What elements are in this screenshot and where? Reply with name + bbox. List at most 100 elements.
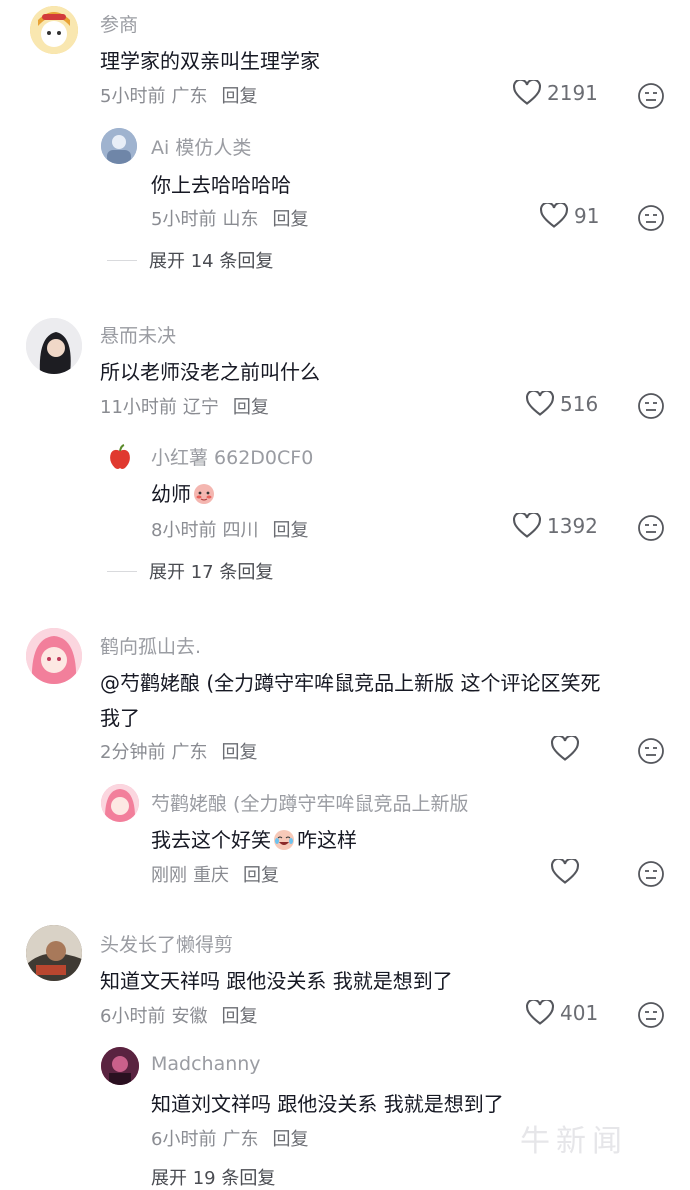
reply-meta: 刚刚 重庆 回复 bbox=[151, 861, 279, 887]
avatar[interactable] bbox=[30, 6, 78, 54]
meh-face-icon bbox=[638, 1002, 664, 1028]
like-button[interactable]: 516 bbox=[526, 391, 598, 417]
dislike-button[interactable] bbox=[637, 1001, 665, 1033]
reply-button[interactable]: 回复 bbox=[272, 205, 308, 231]
reply-button[interactable]: 回复 bbox=[221, 82, 257, 108]
reply-text: 我去这个好笑 咋这样 bbox=[151, 824, 357, 853]
cartoon-avatar-icon bbox=[30, 6, 78, 54]
like-button[interactable] bbox=[551, 736, 585, 762]
photo-avatar-icon bbox=[26, 925, 82, 981]
comment-location: 广东 bbox=[171, 86, 208, 107]
photo-avatar-icon bbox=[101, 128, 137, 164]
expand-replies-label: 展开 14 条回复 bbox=[149, 251, 274, 272]
reply-button[interactable]: 回复 bbox=[221, 738, 257, 764]
reply-location: 四川 bbox=[222, 520, 259, 541]
like-button[interactable] bbox=[551, 859, 585, 885]
heart-icon bbox=[551, 736, 579, 761]
comment-location: 安徽 bbox=[171, 1006, 208, 1027]
like-button[interactable]: 91 bbox=[540, 203, 599, 229]
reply-text-after: 咋这样 bbox=[297, 828, 357, 852]
person-avatar-icon bbox=[26, 318, 82, 374]
avatar[interactable] bbox=[106, 443, 134, 471]
meh-face-icon bbox=[638, 738, 664, 764]
expand-replies-button[interactable]: 展开 14 条回复 bbox=[107, 247, 274, 273]
heart-icon bbox=[540, 203, 568, 228]
replier-name[interactable]: 小红薯 662D0CF0 bbox=[151, 443, 313, 470]
avatar[interactable] bbox=[101, 128, 137, 164]
divider bbox=[107, 259, 137, 261]
comment-time: 2分钟前 bbox=[100, 742, 166, 763]
replier-name[interactable]: 芍鹳姥酿 (全力蹲守牢哞鼠竞品上新版 bbox=[151, 789, 468, 816]
avatar[interactable] bbox=[101, 1047, 139, 1085]
reply-text-content: 幼师 bbox=[151, 482, 191, 506]
meh-face-icon bbox=[638, 861, 664, 887]
reply-time: 6小时前 bbox=[151, 1129, 217, 1150]
reply-text: 幼师 bbox=[151, 478, 217, 507]
dislike-button[interactable] bbox=[637, 514, 665, 546]
like-count: 1392 bbox=[547, 514, 598, 538]
reply-location: 山东 bbox=[222, 209, 259, 230]
reply-meta: 8小时前 四川 回复 bbox=[151, 516, 308, 542]
replier-name[interactable]: Madchanny bbox=[151, 1053, 261, 1075]
like-count: 2191 bbox=[547, 81, 598, 105]
commenter-name[interactable]: 参商 bbox=[100, 10, 138, 37]
reply-time: 8小时前 bbox=[151, 520, 217, 541]
divider bbox=[107, 570, 137, 572]
anime-girl-avatar-icon bbox=[26, 628, 82, 684]
dislike-button[interactable] bbox=[637, 392, 665, 424]
avatar[interactable] bbox=[26, 925, 82, 981]
anime-girl-avatar-icon bbox=[101, 784, 139, 822]
reply-button[interactable]: 回复 bbox=[233, 393, 269, 419]
comment-time: 5小时前 bbox=[100, 86, 166, 107]
dislike-button[interactable] bbox=[637, 860, 665, 892]
avatar[interactable] bbox=[101, 784, 139, 822]
comment-text: 所以老师没老之前叫什么 bbox=[100, 360, 320, 384]
dislike-button[interactable] bbox=[637, 737, 665, 769]
reply-button[interactable]: 回复 bbox=[221, 1002, 257, 1028]
comment-location: 广东 bbox=[171, 742, 208, 763]
like-button[interactable]: 401 bbox=[526, 1000, 598, 1026]
like-button[interactable]: 2191 bbox=[513, 80, 598, 106]
comment-text-line1: @芍鹳姥酿 (全力蹲守牢哞鼠竞品上新版 这个评论区笑死 bbox=[100, 671, 601, 695]
comment-text-line2: 我了 bbox=[100, 706, 140, 730]
commenter-name[interactable]: 悬而未决 bbox=[100, 321, 176, 348]
reply-button[interactable]: 回复 bbox=[272, 516, 308, 542]
reply-button[interactable]: 回复 bbox=[243, 861, 279, 887]
comment-time: 6小时前 bbox=[100, 1006, 166, 1027]
meh-face-icon bbox=[638, 393, 664, 419]
reply-location: 重庆 bbox=[193, 865, 229, 886]
watermark: 牛新闻 bbox=[520, 1124, 628, 1159]
heart-icon bbox=[513, 80, 541, 105]
reply-button[interactable]: 回复 bbox=[272, 1125, 308, 1151]
comment-time: 11小时前 bbox=[100, 397, 177, 418]
reply-meta: 5小时前 山东 回复 bbox=[151, 205, 308, 231]
replier-name[interactable]: Ai 模仿人类 bbox=[151, 133, 251, 160]
heart-icon bbox=[551, 859, 579, 884]
crying-laughing-emoji bbox=[274, 830, 294, 850]
dislike-button[interactable] bbox=[637, 204, 665, 236]
apple-icon bbox=[110, 444, 130, 469]
reply-text-before: 我去这个好笑 bbox=[151, 828, 271, 852]
expand-replies-label: 展开 17 条回复 bbox=[149, 562, 274, 583]
like-count: 516 bbox=[560, 392, 599, 416]
commenter-name[interactable]: 头发长了懒得剪 bbox=[100, 930, 233, 957]
blushing-face-emoji bbox=[194, 484, 214, 504]
comment-meta: 5小时前 广东 回复 bbox=[100, 82, 257, 108]
reply-text: 你上去哈哈哈哈 bbox=[151, 173, 291, 197]
expand-replies-button[interactable]: 展开 17 条回复 bbox=[107, 558, 274, 584]
meh-face-icon bbox=[638, 205, 664, 231]
reply-time: 5小时前 bbox=[151, 209, 217, 230]
expand-replies-button[interactable]: 展开 19 条回复 bbox=[151, 1164, 275, 1190]
avatar[interactable] bbox=[26, 628, 82, 684]
dislike-button[interactable] bbox=[637, 82, 665, 114]
like-button[interactable]: 1392 bbox=[513, 513, 598, 539]
photo-avatar-icon bbox=[101, 1047, 139, 1085]
reply-text: 知道刘文祥吗 跟他没关系 我就是想到了 bbox=[151, 1092, 504, 1116]
heart-icon bbox=[526, 391, 554, 416]
heart-icon bbox=[513, 513, 541, 538]
comment-meta: 6小时前 安徽 回复 bbox=[100, 1002, 257, 1028]
comment-meta: 2分钟前 广东 回复 bbox=[100, 738, 257, 764]
reply-time: 刚刚 bbox=[151, 865, 187, 886]
avatar[interactable] bbox=[26, 318, 82, 374]
commenter-name[interactable]: 鹤向孤山去. bbox=[100, 632, 201, 659]
